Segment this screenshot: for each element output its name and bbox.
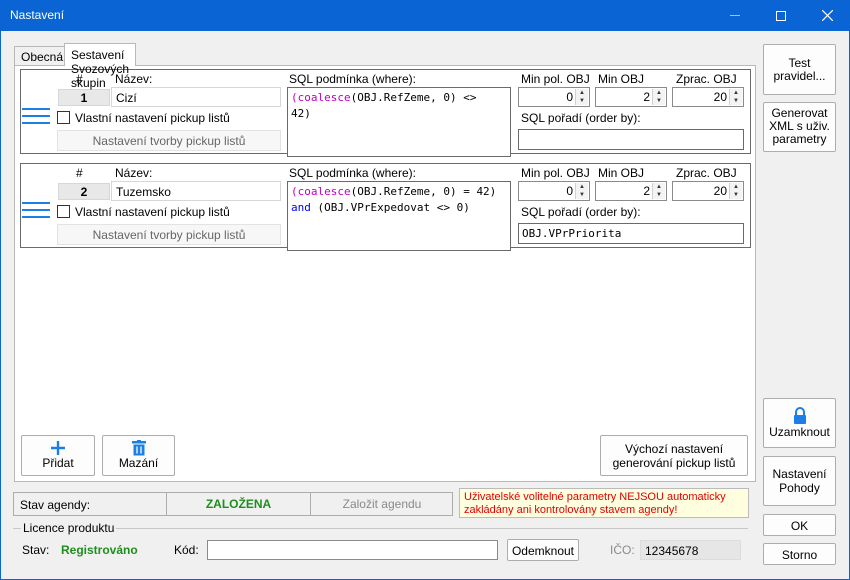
- zprac-stepper[interactable]: 20 ▲ ▼: [672, 181, 744, 201]
- agenda-status: ZALOŽENA: [166, 493, 311, 515]
- lock-button[interactable]: Uzamknout: [763, 398, 836, 448]
- ico-label: IČO:: [610, 543, 635, 557]
- agenda-status-bar: Stav agendy: ZALOŽENA Založit agendu: [13, 492, 453, 516]
- drag-handle-icon[interactable]: [22, 202, 50, 218]
- min-pol-stepper[interactable]: 0 ▲ ▼: [518, 181, 590, 201]
- create-agenda-button[interactable]: Založit agendu: [312, 493, 452, 515]
- window-title: Nastavení: [10, 8, 65, 22]
- code-label: Kód:: [174, 543, 199, 557]
- min-obj-header: Min OBJ: [598, 166, 645, 180]
- custom-pick-label: Vlastní nastavení pickup listů: [75, 111, 230, 125]
- minimize-button[interactable]: [712, 0, 758, 31]
- zprac-header: Zprac. OBJ: [676, 72, 737, 86]
- sql-where-input[interactable]: (coalesce(OBJ.RefZeme, 0) = 42) and (OBJ…: [287, 181, 511, 251]
- sql-keyword: (coalesce: [291, 185, 351, 198]
- zprac-stepper[interactable]: 20 ▲ ▼: [672, 87, 744, 107]
- pick-settings-button[interactable]: Nastavení tvorby pickup listů: [57, 130, 281, 151]
- min-pol-header: Min pol. OBJ: [521, 166, 590, 180]
- close-button[interactable]: [804, 0, 850, 31]
- licence-title: Licence produktu: [21, 521, 117, 535]
- cancel-button[interactable]: Storno: [763, 543, 836, 565]
- agenda-label: Stav agendy:: [20, 498, 91, 512]
- test-rules-button[interactable]: Test pravidel...: [763, 44, 836, 95]
- spin-arrows-icon[interactable]: ▲ ▼: [652, 183, 665, 199]
- group-name-input[interactable]: Cizí: [111, 87, 281, 107]
- pick-settings-button[interactable]: Nastavení tvorby pickup listů: [57, 224, 281, 245]
- sql-order-input[interactable]: OBJ.VPrPriorita: [518, 223, 744, 244]
- sql-order-header: SQL pořadí (order by):: [521, 111, 641, 125]
- sql-order-header: SQL pořadí (order by):: [521, 205, 641, 219]
- tab-panel: # Název: 1 Cizí Vlastní nastavení pickup…: [14, 65, 756, 482]
- sql-text: 42): [291, 107, 311, 120]
- name-header: Název:: [115, 166, 153, 180]
- title-bar: Nastavení: [0, 0, 850, 31]
- sql-text: (OBJ.RefZeme, 0) <>: [350, 91, 477, 104]
- spin-arrows-icon[interactable]: ▲ ▼: [729, 89, 742, 105]
- min-obj-stepper[interactable]: 2 ▲ ▼: [595, 87, 667, 107]
- unlock-button[interactable]: Odemknout: [507, 539, 579, 561]
- drag-handle-icon[interactable]: [22, 108, 50, 124]
- custom-pick-checkbox[interactable]: [57, 205, 70, 218]
- delete-button[interactable]: Mazání: [102, 435, 175, 476]
- pohoda-settings-button[interactable]: Nastavení Pohody: [763, 456, 836, 506]
- sql-where-header: SQL podmínka (where):: [289, 72, 416, 86]
- min-obj-stepper[interactable]: 2 ▲ ▼: [595, 181, 667, 201]
- sql-text: (OBJ.VPrExpedovat <> 0): [310, 201, 470, 214]
- default-pick-settings-button[interactable]: Výchozí nastavení generování pickup list…: [600, 435, 748, 476]
- group-name-input[interactable]: Tuzemsko: [111, 181, 281, 201]
- min-pol-stepper[interactable]: 0 ▲ ▼: [518, 87, 590, 107]
- tab-general[interactable]: Obecná: [14, 46, 71, 66]
- add-button[interactable]: Přidat: [21, 435, 95, 476]
- group-number: 1: [58, 89, 110, 106]
- state-value: Registrováno: [61, 543, 138, 557]
- trash-icon: [131, 440, 146, 456]
- group-number: 2: [58, 183, 110, 200]
- close-icon: [821, 10, 833, 21]
- ico-value: 12345678: [640, 540, 741, 560]
- lock-icon: [793, 407, 806, 424]
- ok-button[interactable]: OK: [763, 514, 836, 536]
- maximize-icon: [776, 10, 786, 21]
- maximize-button[interactable]: [758, 0, 804, 31]
- state-label: Stav:: [22, 543, 50, 557]
- sql-keyword: and: [291, 201, 311, 214]
- min-obj-header: Min OBJ: [598, 72, 645, 86]
- custom-pick-checkbox[interactable]: [57, 111, 70, 124]
- num-header: #: [76, 166, 83, 180]
- licence-group: Licence produktu Stav: Registrováno Kód:…: [13, 521, 748, 568]
- sql-where-input[interactable]: (coalesce(OBJ.RefZeme, 0) <> 42): [287, 87, 511, 157]
- generate-xml-button[interactable]: Generovat XML s uživ. parametry: [763, 102, 836, 152]
- spin-arrows-icon[interactable]: ▲ ▼: [575, 183, 588, 199]
- sql-keyword: (coalesce: [291, 91, 351, 104]
- sql-where-header: SQL podmínka (where):: [289, 166, 416, 180]
- warning-message: Uživatelské volitelné parametry NEJSOU a…: [459, 488, 749, 518]
- sql-order-input[interactable]: [518, 129, 744, 150]
- custom-pick-label: Vlastní nastavení pickup listů: [75, 205, 230, 219]
- sql-text: (OBJ.RefZeme, 0) = 42): [350, 185, 497, 198]
- min-pol-header: Min pol. OBJ: [521, 72, 590, 86]
- group-row: # Název: 2 Tuzemsko Vlastní nastavení pi…: [20, 163, 751, 251]
- plus-icon: [51, 441, 65, 455]
- spin-arrows-icon[interactable]: ▲ ▼: [575, 89, 588, 105]
- minimize-icon: [730, 15, 740, 16]
- group-row: # Název: 1 Cizí Vlastní nastavení pickup…: [20, 69, 751, 157]
- spin-arrows-icon[interactable]: ▲ ▼: [652, 89, 665, 105]
- spin-arrows-icon[interactable]: ▲ ▼: [729, 183, 742, 199]
- code-input[interactable]: [207, 540, 498, 560]
- zprac-header: Zprac. OBJ: [676, 166, 737, 180]
- tab-pickup-groups[interactable]: Sestavení Svozových skupin: [64, 43, 137, 90]
